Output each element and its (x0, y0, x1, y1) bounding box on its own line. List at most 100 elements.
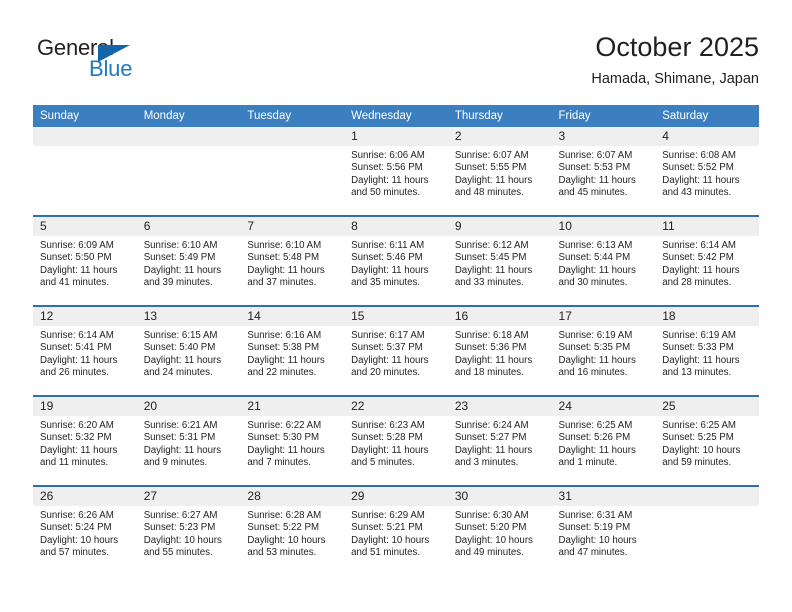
sunrise-text: Sunrise: 6:08 AM (662, 150, 736, 161)
calendar-day-cell[interactable]: 1 Sunrise: 6:06 AM Sunset: 5:56 PM Daylight… (344, 127, 448, 216)
calendar-day-cell[interactable]: 12 Sunrise: 6:14 AM Sunset: 5:41 PM Dayligh… (33, 305, 137, 396)
daylight-text-line1: Daylight: 11 hours (454, 264, 533, 276)
weekday-header-friday: Friday (551, 105, 656, 127)
calendar-day-cell[interactable]: 3 Sunrise: 6:07 AM Sunset: 5:53 PM Daylight… (551, 127, 656, 216)
calendar-day-cell[interactable]: 8 Sunrise: 6:11 AM Sunset: 5:46 PM Daylight… (344, 215, 448, 306)
day-cell-inner: 29 Sunrise: 6:29 AM Sunset: 5:21 PM Dayligh… (344, 487, 448, 575)
calendar-day-cell[interactable]: 6 Sunrise: 6:10 AM Sunset: 5:49 PM Daylight… (136, 215, 241, 306)
calendar-day-cell[interactable]: 19 Sunrise: 6:20 AM Sunset: 5:32 PM Dayligh… (33, 395, 137, 486)
sunset-text: Sunset: 5:26 PM (558, 432, 631, 444)
calendar-day-cell[interactable]: 9 Sunrise: 6:12 AM Sunset: 5:45 PM Daylight… (447, 215, 552, 306)
daylight-text-line1: Daylight: 11 hours (558, 264, 636, 276)
sunrise-text: Sunrise: 6:14 AM (662, 240, 736, 251)
calendar-page: General Blue October 2025 Hamada, Shiman… (0, 0, 792, 612)
day-number: 22 (344, 397, 448, 416)
day-cell-inner: 23 Sunrise: 6:24 AM Sunset: 5:27 PM Dayligh… (447, 397, 552, 485)
day-number: 16 (447, 307, 552, 326)
day-number: 23 (447, 397, 552, 416)
sunset-text: Sunset: 5:28 PM (351, 432, 423, 444)
sunrise-text: Sunrise: 6:18 AM (454, 330, 529, 341)
calendar-day-cell[interactable]: 29 Sunrise: 6:29 AM Sunset: 5:21 PM Dayligh… (344, 485, 448, 575)
day-cell-inner: 6 Sunrise: 6:10 AM Sunset: 5:49 PM Daylight… (136, 217, 241, 305)
calendar-day-cell[interactable]: 4 Sunrise: 6:08 AM Sunset: 5:52 PM Daylight… (655, 127, 759, 216)
daylight-text-line1: Daylight: 10 hours (351, 534, 430, 546)
calendar-day-cell[interactable]: 7 Sunrise: 6:10 AM Sunset: 5:48 PM Daylight… (240, 215, 345, 306)
day-number: 12 (33, 307, 137, 326)
calendar-day-cell[interactable]: 30 Sunrise: 6:30 AM Sunset: 5:20 PM Dayligh… (447, 485, 552, 575)
day-number: 5 (33, 217, 137, 236)
calendar-day-cell[interactable]: 22 Sunrise: 6:23 AM Sunset: 5:28 PM Dayligh… (344, 395, 448, 486)
daylight-text-line2: and 43 minutes. (662, 187, 732, 199)
daylight-text-line2: and 11 minutes. (40, 457, 109, 469)
day-cell-inner (655, 487, 759, 575)
weekday-header-monday: Monday (136, 105, 241, 127)
sunrise-text: Sunrise: 6:07 AM (558, 150, 633, 161)
day-cell-inner: 24 Sunrise: 6:25 AM Sunset: 5:26 PM Dayligh… (551, 397, 656, 485)
day-number: 28 (240, 487, 345, 506)
day-cell-inner: 14 Sunrise: 6:16 AM Sunset: 5:38 PM Dayligh… (240, 307, 345, 395)
sunset-text: Sunset: 5:42 PM (662, 252, 734, 264)
daylight-text-line1: Daylight: 11 hours (558, 174, 636, 186)
day-cell-inner (240, 127, 345, 215)
daylight-text-line2: and 57 minutes. (40, 547, 109, 559)
day-number: 8 (344, 217, 448, 236)
calendar-week-row: 19 Sunrise: 6:20 AM Sunset: 5:32 PM Dayligh… (33, 395, 759, 486)
calendar-day-cell[interactable]: 21 Sunrise: 6:22 AM Sunset: 5:30 PM Dayligh… (240, 395, 345, 486)
calendar-day-cell[interactable]: 26 Sunrise: 6:26 AM Sunset: 5:24 PM Dayligh… (33, 485, 137, 575)
day-number: 14 (240, 307, 345, 326)
calendar-week-row: 5 Sunrise: 6:09 AM Sunset: 5:50 PM Daylight… (33, 215, 759, 306)
calendar-day-cell[interactable]: 11 Sunrise: 6:14 AM Sunset: 5:42 PM Dayligh… (655, 215, 759, 306)
calendar-day-cell[interactable]: 27 Sunrise: 6:27 AM Sunset: 5:23 PM Dayligh… (136, 485, 241, 575)
calendar-day-cell[interactable]: 28 Sunrise: 6:28 AM Sunset: 5:22 PM Dayligh… (240, 485, 345, 575)
calendar-day-cell[interactable]: 15 Sunrise: 6:17 AM Sunset: 5:37 PM Dayligh… (344, 305, 448, 396)
day-cell-inner: 21 Sunrise: 6:22 AM Sunset: 5:30 PM Dayligh… (240, 397, 345, 485)
sunset-text: Sunset: 5:25 PM (662, 432, 734, 444)
sunrise-text: Sunrise: 6:17 AM (351, 330, 425, 341)
day-cell-body: Sunrise: 6:11 AM Sunset: 5:46 PM Daylight:… (344, 236, 448, 290)
daylight-text-line1: Daylight: 11 hours (40, 264, 118, 276)
sunset-text: Sunset: 5:30 PM (247, 432, 320, 444)
general-blue-logo: General Blue (33, 35, 193, 87)
sunrise-text: Sunrise: 6:09 AM (40, 240, 114, 251)
calendar-day-cell[interactable]: 24 Sunrise: 6:25 AM Sunset: 5:26 PM Dayligh… (551, 395, 656, 486)
day-cell-body: Sunrise: 6:25 AM Sunset: 5:26 PM Daylight:… (552, 416, 656, 470)
sunset-text: Sunset: 5:23 PM (143, 522, 216, 534)
weekday-header-wednesday: Wednesday (344, 105, 448, 127)
day-cell-inner (33, 127, 137, 215)
calendar-day-cell[interactable]: 20 Sunrise: 6:21 AM Sunset: 5:31 PM Dayligh… (136, 395, 241, 486)
daylight-text-line2: and 5 minutes. (351, 457, 415, 469)
daylight-text-line2: and 28 minutes. (662, 277, 732, 289)
calendar-week-row: 12 Sunrise: 6:14 AM Sunset: 5:41 PM Dayligh… (33, 305, 759, 396)
calendar-day-cell[interactable]: 23 Sunrise: 6:24 AM Sunset: 5:27 PM Dayligh… (447, 395, 552, 486)
calendar-day-cell[interactable]: 17 Sunrise: 6:19 AM Sunset: 5:35 PM Dayligh… (551, 305, 656, 396)
daylight-text-line1: Daylight: 11 hours (558, 444, 636, 456)
sunset-text: Sunset: 5:45 PM (454, 252, 527, 264)
calendar-day-cell[interactable]: 2 Sunrise: 6:07 AM Sunset: 5:55 PM Daylight… (447, 127, 552, 216)
sunrise-text: Sunrise: 6:31 AM (558, 510, 633, 521)
daylight-text-line1: Daylight: 11 hours (40, 354, 118, 366)
calendar-day-cell[interactable]: 14 Sunrise: 6:16 AM Sunset: 5:38 PM Dayligh… (240, 305, 345, 396)
day-cell-inner: 3 Sunrise: 6:07 AM Sunset: 5:53 PM Daylight… (551, 127, 656, 215)
day-cell-body: Sunrise: 6:19 AM Sunset: 5:35 PM Daylight:… (552, 326, 656, 380)
daylight-text-line2: and 51 minutes. (351, 547, 421, 559)
day-cell-inner: 8 Sunrise: 6:11 AM Sunset: 5:46 PM Daylight… (344, 217, 448, 305)
calendar-day-cell[interactable]: 31 Sunrise: 6:31 AM Sunset: 5:19 PM Dayligh… (551, 485, 656, 575)
calendar-day-cell[interactable]: 13 Sunrise: 6:15 AM Sunset: 5:40 PM Dayligh… (136, 305, 241, 396)
daylight-text-line1: Daylight: 11 hours (662, 264, 740, 276)
page-title: October 2025 (595, 32, 759, 62)
calendar-day-cell[interactable]: 18 Sunrise: 6:19 AM Sunset: 5:33 PM Dayligh… (655, 305, 759, 396)
calendar-day-cell[interactable]: 5 Sunrise: 6:09 AM Sunset: 5:50 PM Daylight… (33, 215, 137, 306)
sunrise-text: Sunrise: 6:28 AM (247, 510, 322, 521)
daylight-text-line2: and 26 minutes. (40, 367, 109, 379)
day-cell-body: Sunrise: 6:29 AM Sunset: 5:21 PM Daylight:… (344, 506, 448, 560)
day-cell-body: Sunrise: 6:27 AM Sunset: 5:23 PM Daylight:… (137, 506, 241, 560)
daylight-text-line1: Daylight: 11 hours (40, 444, 118, 456)
daylight-text-line2: and 45 minutes. (558, 187, 628, 199)
calendar-day-cell[interactable]: 16 Sunrise: 6:18 AM Sunset: 5:36 PM Dayligh… (447, 305, 552, 396)
sunrise-text: Sunrise: 6:11 AM (351, 240, 425, 251)
day-cell-inner: 28 Sunrise: 6:28 AM Sunset: 5:22 PM Dayligh… (240, 487, 345, 575)
sunrise-text: Sunrise: 6:19 AM (558, 330, 633, 341)
calendar-day-cell[interactable]: 10 Sunrise: 6:13 AM Sunset: 5:44 PM Dayligh… (551, 215, 656, 306)
calendar-day-cell[interactable]: 25 Sunrise: 6:25 AM Sunset: 5:25 PM Dayligh… (655, 395, 759, 486)
sunrise-text: Sunrise: 6:23 AM (351, 420, 425, 431)
